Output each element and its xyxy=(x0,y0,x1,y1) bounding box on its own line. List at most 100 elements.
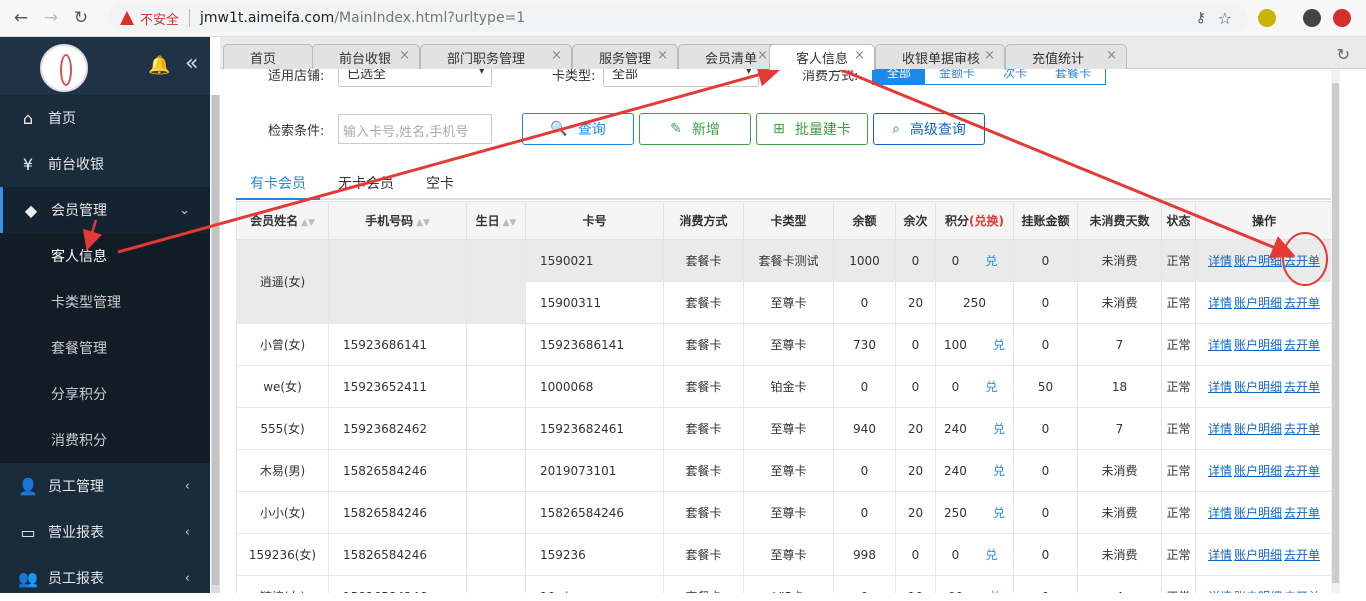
account-detail-link[interactable]: 账户明细 xyxy=(1234,380,1282,394)
close-icon[interactable]: × xyxy=(854,48,865,63)
store-select[interactable]: 已选全 ▾ xyxy=(338,69,492,87)
detail-link[interactable]: 详情 xyxy=(1208,338,1232,352)
account-icon[interactable] xyxy=(1303,9,1321,27)
open-order-link[interactable]: 去开单 xyxy=(1284,464,1320,478)
close-icon[interactable]: × xyxy=(657,48,668,63)
detail-link[interactable]: 详情 xyxy=(1208,296,1232,310)
add-button[interactable]: ✎ 新增 xyxy=(639,113,751,145)
star-icon[interactable]: ☆ xyxy=(1218,9,1232,28)
sidebar-subitem-1[interactable]: 卡类型管理 xyxy=(0,279,210,325)
open-order-link[interactable]: 去开单 xyxy=(1284,296,1320,310)
consume-option-3[interactable]: 套餐卡 xyxy=(1041,69,1105,84)
collapse-icon[interactable]: « xyxy=(185,51,198,76)
sidebar-item-1[interactable]: ¥ 前台收银 xyxy=(0,141,210,187)
tab-4[interactable]: 会员清单 × xyxy=(678,44,778,69)
sidebar-item-label: 首页 xyxy=(48,111,76,127)
sidebar-subitem-3[interactable]: 分享积分 xyxy=(0,371,210,417)
ops-cell: 详情账户明细去开单 xyxy=(1195,323,1333,366)
forward-icon[interactable]: → xyxy=(36,3,66,33)
sidebar-subitem-0[interactable]: 客人信息 xyxy=(0,233,210,279)
card-number: 1000068 xyxy=(525,365,664,408)
status: 正常 xyxy=(1161,575,1196,593)
sidebar-scrollbar[interactable] xyxy=(211,95,220,593)
chevron-left-icon: ‹ xyxy=(184,524,190,540)
refresh-icon[interactable]: ↻ xyxy=(1337,45,1350,64)
subtab-card-members[interactable]: 有卡会员 xyxy=(250,173,306,201)
sidebar-item-5[interactable]: 👥 员工报表 ‹ xyxy=(0,555,210,601)
reload-icon[interactable]: ↻ xyxy=(66,3,96,33)
extension-icon[interactable] xyxy=(1258,9,1276,27)
col-name[interactable]: 会员姓名 ▲▼ xyxy=(236,201,329,240)
open-order-link[interactable]: 去开单 xyxy=(1284,506,1320,520)
add-icon: ✎ xyxy=(670,121,682,137)
tab-0[interactable]: 首页 xyxy=(223,44,313,69)
query-button[interactable]: 🔍 查询 xyxy=(522,113,634,145)
close-icon[interactable]: × xyxy=(984,48,995,63)
detail-link[interactable]: 详情 xyxy=(1208,422,1232,436)
redeem-link[interactable]: 兑 xyxy=(985,548,997,562)
redeem-link[interactable]: 兑 xyxy=(993,506,1005,520)
open-order-link[interactable]: 去开单 xyxy=(1284,548,1320,562)
close-icon[interactable]: × xyxy=(1106,48,1117,63)
opera-icon[interactable] xyxy=(1333,9,1351,27)
warning-icon xyxy=(120,11,134,25)
tab-3[interactable]: 服务管理 × xyxy=(572,44,678,69)
open-order-link[interactable]: 去开单 xyxy=(1284,338,1320,352)
tab-6[interactable]: 收银单据审核 × xyxy=(875,44,1005,69)
redeem-link[interactable]: 兑 xyxy=(993,422,1005,436)
detail-link[interactable]: 详情 xyxy=(1208,254,1232,268)
sidebar-item-3[interactable]: 👤 员工管理 ‹ xyxy=(0,463,210,509)
account-detail-link[interactable]: 账户明细 xyxy=(1234,296,1282,310)
content-scrollbar[interactable] xyxy=(1331,69,1340,593)
account-detail-link[interactable]: 账户明细 xyxy=(1234,338,1282,352)
sidebar-item-0[interactable]: ⌂ 首页 xyxy=(0,95,210,141)
search-input[interactable]: 输入卡号,姓名,手机号 xyxy=(338,114,492,144)
account-detail-link[interactable]: 账户明细 xyxy=(1234,422,1282,436)
redeem-link[interactable]: 兑 xyxy=(985,380,997,394)
tab-bar: ↻ 首页 前台收银 × 部门职务管理 × 服务管理 × 会员清单 × 客人信息 × 收银单据审核 × 充值… xyxy=(220,37,1366,70)
cardtype-select[interactable]: 全部 ▾ xyxy=(603,69,759,87)
detail-link[interactable]: 详情 xyxy=(1208,548,1232,562)
bell-icon[interactable]: 🔔 xyxy=(148,55,170,76)
sidebar-subitem-4[interactable]: 消费积分 xyxy=(0,417,210,463)
batch-create-button[interactable]: ⊞ 批量建卡 xyxy=(756,113,868,145)
close-icon[interactable]: × xyxy=(551,48,562,63)
account-detail-link[interactable]: 账户明细 xyxy=(1234,506,1282,520)
col-phone[interactable]: 手机号码 ▲▼ xyxy=(328,201,467,240)
sidebar-item-4[interactable]: ▭ 营业报表 ‹ xyxy=(0,509,210,555)
open-order-link[interactable]: 去开单 xyxy=(1284,422,1320,436)
account-detail-link[interactable]: 账户明细 xyxy=(1234,464,1282,478)
address-bar[interactable]: 不安全 jmw1t.aimeifa.com/MainIndex.html?url… xyxy=(108,4,1248,32)
member-name: 木易(男) xyxy=(236,449,329,492)
unused-days: 未消费 xyxy=(1077,281,1162,324)
close-icon[interactable]: × xyxy=(399,48,410,63)
tab-5[interactable]: 客人信息 × xyxy=(769,44,875,70)
card-type: 至尊卡 xyxy=(743,281,834,324)
account-detail-link[interactable]: 账户明细 xyxy=(1234,548,1282,562)
col-birthday[interactable]: 生日 ▲▼ xyxy=(466,201,526,240)
open-order-link[interactable]: 去开单 xyxy=(1284,254,1320,268)
subtab-empty-card[interactable]: 空卡 xyxy=(426,173,454,201)
detail-link[interactable]: 详情 xyxy=(1208,506,1232,520)
redeem-link[interactable]: 兑 xyxy=(993,338,1005,352)
points: 250 xyxy=(963,295,986,310)
detail-link[interactable]: 详情 xyxy=(1208,380,1232,394)
key-icon[interactable]: ⚷ xyxy=(1196,10,1206,26)
tab-7[interactable]: 充值统计 × xyxy=(1005,44,1127,69)
consume-option-0[interactable]: 全部 xyxy=(873,69,926,84)
open-order-link[interactable]: 去开单 xyxy=(1284,380,1320,394)
account-detail-link[interactable]: 账户明细 xyxy=(1234,254,1282,268)
redeem-link[interactable]: 兑 xyxy=(993,464,1005,478)
tab-1[interactable]: 前台收银 × xyxy=(312,44,420,69)
sidebar-subitem-2[interactable]: 套餐管理 xyxy=(0,325,210,371)
redeem-link[interactable]: 兑 xyxy=(985,254,997,268)
consume-option-1[interactable]: 金额卡 xyxy=(925,69,989,84)
subtab-no-card-members[interactable]: 无卡会员 xyxy=(338,173,394,201)
detail-link[interactable]: 详情 xyxy=(1208,464,1232,478)
consume-option-2[interactable]: 次卡 xyxy=(989,69,1041,84)
sidebar-item-2[interactable]: ◆ 会员管理 ⌄ xyxy=(0,187,210,233)
tab-2[interactable]: 部门职务管理 × xyxy=(420,44,572,69)
close-icon[interactable]: × xyxy=(757,48,768,63)
back-icon[interactable]: ← xyxy=(6,3,36,33)
advanced-query-button[interactable]: ⌕ 高级查询 xyxy=(873,113,985,145)
